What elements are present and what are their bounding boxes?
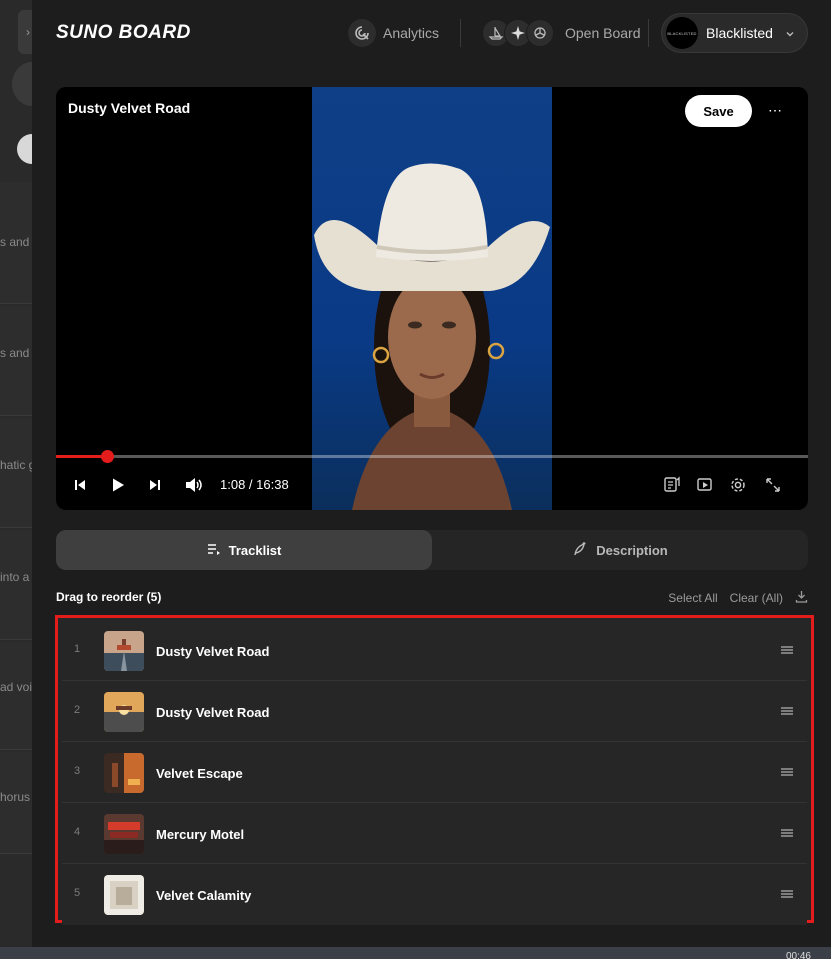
analytics-link[interactable]: Analytics [348, 19, 439, 47]
progress-knob[interactable] [100, 450, 114, 463]
track-thumbnail [104, 875, 144, 915]
bg-list-item[interactable]: s and a [0, 182, 34, 304]
track-title: Dusty Velvet Road [156, 644, 270, 659]
logo: SUNO BOARD [56, 22, 191, 43]
chevron-down-icon [785, 26, 795, 44]
drag-handle-icon[interactable] [780, 765, 794, 779]
playlist-icon [207, 543, 221, 558]
drag-handle-icon[interactable] [780, 826, 794, 840]
play-icon[interactable] [108, 475, 128, 495]
profile-name: Blacklisted [706, 25, 773, 41]
header: SUNO BOARD Analytics Open Board BLACKLIS… [32, 0, 831, 66]
playback-time: 1:08 / 16:38 [220, 477, 289, 492]
bg-list-item[interactable]: ad voic [0, 642, 34, 750]
view-tabs: Tracklist Description [56, 530, 808, 570]
download-icon[interactable] [795, 590, 808, 606]
drag-handle-icon[interactable] [780, 643, 794, 657]
quill-icon [572, 541, 588, 560]
bg-list-item[interactable]: hatic g [0, 418, 34, 528]
more-options-button[interactable]: ⋯ [764, 100, 786, 120]
header-divider [460, 19, 461, 47]
cover-art [312, 87, 552, 510]
track-title: Velvet Calamity [156, 888, 252, 903]
drag-handle-icon[interactable] [780, 704, 794, 718]
open-board-icons [482, 19, 554, 47]
select-all-button[interactable]: Select All [668, 591, 717, 605]
bg-list-item[interactable]: horus c [0, 752, 34, 854]
video-player[interactable]: Dusty Velvet Road Save ⋯ 1:08 / 16:38 [56, 87, 808, 510]
header-divider [648, 19, 649, 47]
miniplayer-icon[interactable] [695, 475, 715, 495]
track-row[interactable]: 5 Velvet Calamity [62, 865, 807, 925]
open-board-link[interactable]: Open Board [482, 19, 641, 47]
open-board-label: Open Board [565, 25, 641, 41]
profile-menu-button[interactable]: BLACKLISTED Blacklisted [661, 13, 808, 53]
track-number: 5 [74, 887, 81, 899]
tab-description-label: Description [596, 542, 668, 558]
track-row[interactable]: 3 Velvet Escape [62, 743, 807, 803]
next-icon[interactable] [145, 475, 165, 495]
track-thumbnail [104, 753, 144, 793]
board-panel: SUNO BOARD Analytics Open Board BLACKLIS… [32, 0, 831, 947]
progress-fill [56, 455, 108, 458]
track-title: Mercury Motel [156, 827, 245, 842]
track-row[interactable]: 4 Mercury Motel [62, 804, 807, 864]
settings-gear-icon[interactable] [728, 475, 748, 495]
tracklist: 1 Dusty Velvet Road 2 Dusty Velvet Road … [55, 615, 814, 925]
tab-description[interactable]: Description [432, 530, 808, 570]
previous-icon[interactable] [70, 475, 90, 495]
track-title: Dusty Velvet Road [156, 705, 270, 720]
track-row[interactable]: 2 Dusty Velvet Road [62, 682, 807, 742]
bg-list-item[interactable]: into a l [0, 530, 34, 640]
openai-icon [526, 19, 554, 47]
track-number: 3 [74, 765, 81, 777]
save-button[interactable]: Save [685, 95, 752, 127]
progress-bar[interactable] [56, 450, 808, 463]
track-number: 1 [74, 643, 81, 655]
track-thumbnail [104, 814, 144, 854]
clear-all-button[interactable]: Clear (All) [730, 591, 783, 605]
taskbar-clock: 00:46 [785, 951, 811, 959]
video-title: Dusty Velvet Road [68, 100, 191, 116]
taskbar: 00:46 [0, 947, 831, 959]
track-row[interactable]: 1 Dusty Velvet Road [62, 621, 807, 681]
analytics-icon [348, 19, 376, 47]
fullscreen-icon[interactable] [763, 475, 783, 495]
track-number: 4 [74, 826, 81, 838]
track-count: Drag to reorder (5) [56, 590, 162, 604]
drag-handle-icon[interactable] [780, 887, 794, 901]
volume-icon[interactable] [184, 475, 204, 495]
tracklist-header: Drag to reorder (5) Select All Clear (Al… [56, 590, 808, 606]
tab-tracklist-label: Tracklist [228, 542, 282, 558]
track-thumbnail [104, 631, 144, 671]
avatar: BLACKLISTED [666, 17, 698, 49]
lyrics-icon[interactable] [662, 475, 682, 495]
bg-list-item[interactable]: s and a [0, 306, 34, 416]
tab-tracklist[interactable]: Tracklist [56, 530, 432, 570]
track-title: Velvet Escape [156, 766, 243, 781]
track-number: 2 [74, 704, 81, 716]
tracklist-actions: Select All Clear (All) [668, 590, 808, 606]
analytics-label: Analytics [383, 25, 440, 41]
track-thumbnail [104, 692, 144, 732]
